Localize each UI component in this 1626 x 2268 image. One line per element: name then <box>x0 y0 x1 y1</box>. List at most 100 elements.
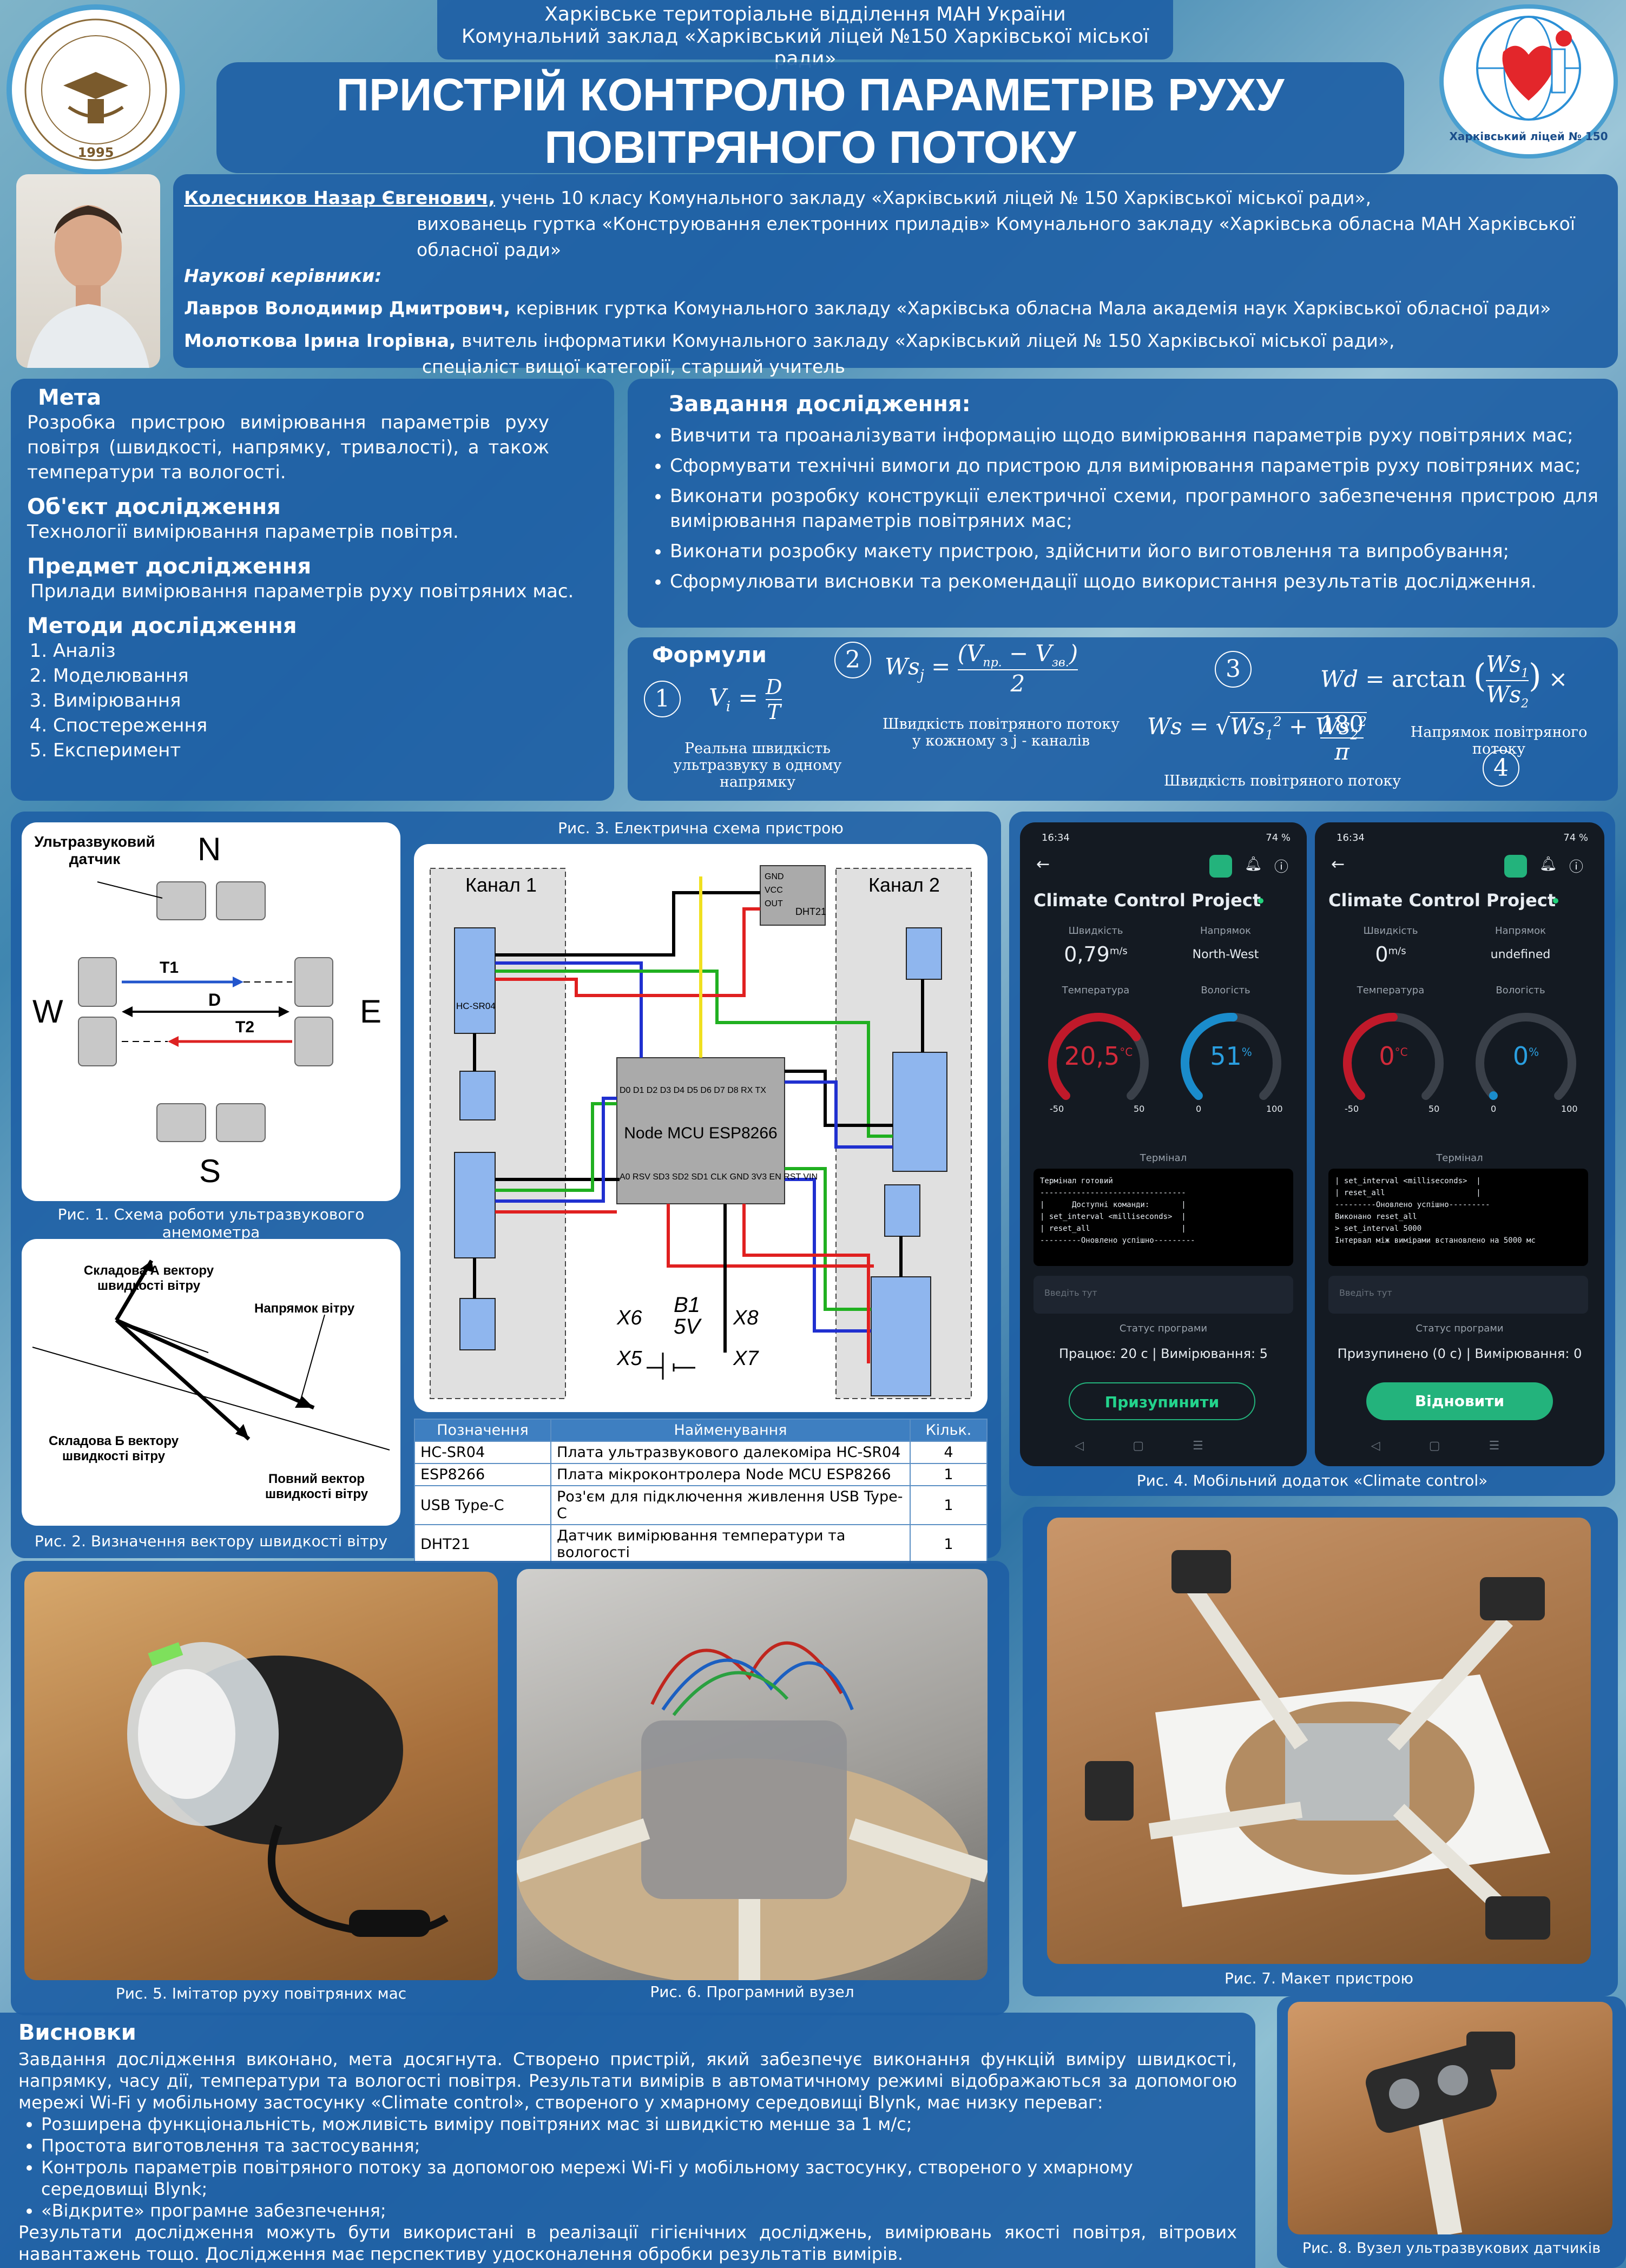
fig4-caption: Рис. 4. Мобільний додаток «Climate contr… <box>1136 1472 1488 1489</box>
terminal-output: | set_interval <milliseconds> | | reset_a… <box>1328 1169 1588 1266</box>
android-nav-bar[interactable]: ◁▢☰ <box>1020 1439 1307 1453</box>
fig3-battery: B1 <box>674 1293 700 1317</box>
edit-icon[interactable] <box>1504 855 1527 878</box>
method-item: Експеримент <box>53 738 598 763</box>
fig1-east: E <box>360 993 382 1030</box>
table-cell: Плата ультразвукового далекоміра HC-SR04 <box>550 1441 911 1464</box>
terminal-input[interactable]: Введіть тут <box>1033 1276 1293 1314</box>
formulas-panel: Формули 1 Vi = DT Реальна швидкість ульт… <box>628 637 1618 801</box>
table-row: USB Type-C Роз'єм для підключення живлен… <box>414 1485 988 1525</box>
conclusions-list: Розширена функціональність, можливість в… <box>18 2113 1237 2221</box>
fig1-west: W <box>32 993 63 1030</box>
table-row: ESP8266 Плата мікроконтролера Node MCU E… <box>414 1463 988 1486</box>
supervisor-1-desc: керівник гуртка Комунального закладу «Ха… <box>516 298 1551 319</box>
col-header: Позначення <box>414 1419 551 1442</box>
humidity-unit: % <box>1529 1045 1539 1059</box>
fig2-wind-vector-diagram: Складова А вектору швидкості вітру Напря… <box>22 1239 400 1526</box>
fig3-x5: X5 <box>617 1347 642 1370</box>
fig3-channel-1: Канал 1 <box>465 874 537 896</box>
bell-icon[interactable]: 🔔︎ <box>1539 856 1557 872</box>
terminal-line: | reset_all | <box>1040 1224 1186 1233</box>
formula-3-caption: Швидкість повітряного потоку <box>1163 773 1401 789</box>
gauge-fill <box>1489 1091 1498 1100</box>
fig3-sensor-label: HC-SR04 <box>456 1001 496 1011</box>
fig2-label-b: Складова Б вектору швидкості вітру <box>48 1434 179 1463</box>
android-nav-bar[interactable]: ◁▢☰ <box>1315 1439 1604 1453</box>
poster-title-line-1: ПРИСТРІЙ КОНТРОЛЮ ПАРАМЕТРІВ РУХУ <box>336 69 1285 120</box>
back-arrow-icon[interactable]: ← <box>1036 855 1050 874</box>
fig1-anemometer-diagram: Ультразвуковий датчик N S W E T1 D T2 <box>22 822 400 1201</box>
info-icon[interactable]: ⓘ <box>1274 856 1288 876</box>
terminal-input[interactable]: Введіть тут <box>1328 1276 1588 1314</box>
bell-icon[interactable]: 🔔︎ <box>1245 856 1262 872</box>
pause-button[interactable]: Призупинити <box>1069 1382 1255 1420</box>
conclusion-item: Контроль параметрів повітряного потоку з… <box>41 2157 1237 2200</box>
back-arrow-icon[interactable]: ← <box>1331 855 1345 874</box>
info-icon[interactable]: ⓘ <box>1569 856 1583 876</box>
method-item: Спостереження <box>53 713 598 738</box>
goal-text: Розробка пристрою вимірювання параметрів… <box>27 412 549 483</box>
hum-max: 100 <box>1266 1104 1283 1114</box>
fig3-voltage: 5V <box>674 1315 700 1339</box>
terminal-output: Термінал готовий ------------------------… <box>1033 1169 1293 1266</box>
speed-value: 0m/s <box>1337 942 1445 966</box>
fig3-x6: X6 <box>617 1307 642 1329</box>
table-cell: 1 <box>910 1485 988 1525</box>
speed-number: 0,79 <box>1064 942 1110 966</box>
supervisor-1-name: Лавров Володимир Дмитрович, <box>184 298 510 319</box>
table-header-row: Позначення Найменування Кільк. <box>414 1419 988 1442</box>
fig3-caption: Рис. 3. Електрична схема пристрою <box>558 819 844 837</box>
fig1-north: N <box>198 831 221 867</box>
fig2-caption: Рис. 2. Визначення вектору швидкості віт… <box>34 1532 388 1550</box>
fig7-device-model-photo <box>1047 1518 1591 1964</box>
poster-title-line-2: ПОВІТРЯНОГО ПОТОКУ <box>544 122 1076 173</box>
methods-title: Методи дослідження <box>27 614 297 638</box>
terminal-label: Термінал <box>1140 1152 1187 1164</box>
conclusions-panel: Висновки Завдання дослідження виконано, … <box>0 2013 1255 2268</box>
table-row: HC-SR04 Плата ультразвукового далекоміра… <box>414 1441 988 1464</box>
terminal-line: > set_interval 5000 <box>1335 1224 1422 1233</box>
hum-min: 0 <box>1491 1104 1497 1114</box>
status-time: 16:34 <box>1337 832 1365 843</box>
formula-3-number: 3 <box>1215 651 1252 688</box>
formula-1-number: 1 <box>644 681 681 717</box>
table-row: DHT21 Датчик вимірювання температури та … <box>414 1524 988 1564</box>
table-cell: HC-SR04 <box>414 1441 551 1464</box>
svg-text:OUT: OUT <box>765 899 783 908</box>
lyceum-logo: Харківський ліцей № 150 <box>1439 4 1618 159</box>
fig1-t2: T2 <box>235 1018 255 1036</box>
fig1-sensor-label: Ультразвуковий датчик <box>34 833 155 867</box>
app-title: Climate Control Project <box>1328 890 1556 911</box>
fig1-d: D <box>208 990 221 1010</box>
direction-label: Напрямок <box>1200 925 1252 937</box>
speed-unit: m/s <box>1388 945 1406 957</box>
phone-screen-paused: 16:34 74 % ← 🔔︎ ⓘ Climate Control Projec… <box>1315 822 1604 1466</box>
student-photo <box>16 174 160 368</box>
fig2-label-a: Складова А вектору швидкості вітру <box>83 1263 214 1293</box>
supervisor-2-desc-2: спеціаліст вищої категорії, старший учит… <box>422 356 845 377</box>
fig1-south: S <box>199 1153 221 1189</box>
temperature-value: 0°C <box>1337 1041 1450 1071</box>
fig7-caption: Рис. 7. Макет пристрою <box>1224 1969 1413 1987</box>
terminal-line: ---------Оновлено успішно--------- <box>1040 1236 1195 1245</box>
fig3-x7: X7 <box>733 1347 759 1370</box>
lyceum-logo-caption: Харківський ліцей № 150 <box>1449 130 1608 143</box>
online-dot <box>1258 898 1263 904</box>
formula-1: Vi = DT <box>709 675 782 724</box>
speed-label: Швидкість <box>1068 925 1123 937</box>
terminal-line: | set_interval <milliseconds> | <box>1040 1212 1186 1221</box>
fig5-air-simulator-photo <box>24 1572 498 1980</box>
fig2-label-full: Повний вектор швидкості вітру <box>265 1472 368 1501</box>
edit-icon[interactable] <box>1209 855 1232 878</box>
resume-button[interactable]: Відновити <box>1366 1382 1553 1420</box>
student-desc-2: вихованець гуртка «Конструювання електро… <box>417 213 1576 260</box>
speed-label: Швидкість <box>1363 925 1418 937</box>
student-desc-1: учень 10 класу Комунального закладу «Хар… <box>501 187 1372 208</box>
temp-max: 50 <box>1428 1104 1440 1114</box>
terminal-line: Виконано reset_all <box>1335 1212 1417 1221</box>
conclusion-item: «Відкрите» програмне забезпечення; <box>41 2200 1237 2221</box>
man-logo: 1995 <box>6 4 185 175</box>
temperature-label: Температура <box>1062 985 1130 996</box>
svg-text:A0 RSV SD3 SD2 SD1 CLK GND 3V3: A0 RSV SD3 SD2 SD1 CLK GND 3V3 EN RST VI… <box>620 1172 818 1182</box>
task-item: Виконати розробку конструкції електрично… <box>670 484 1598 533</box>
